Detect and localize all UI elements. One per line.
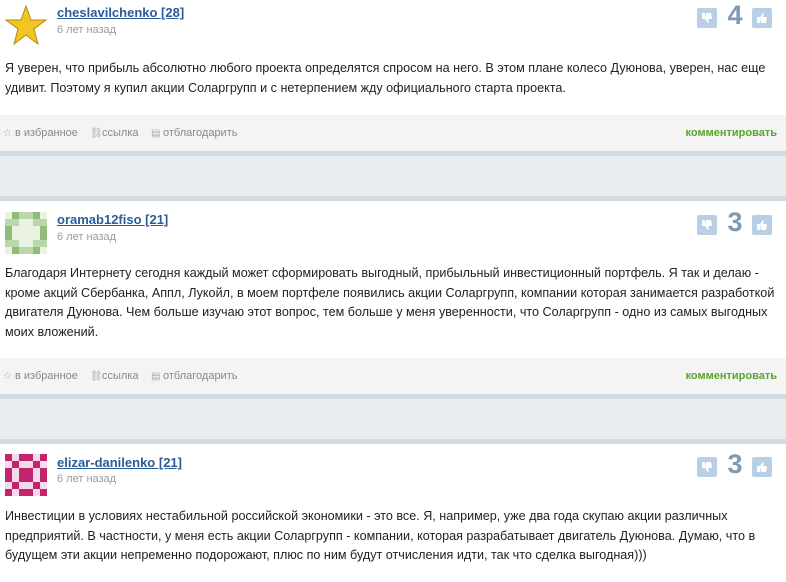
link-icon: ⛓: [90, 128, 103, 139]
comment-text: Я уверен, что прибыль абсолютно любого п…: [5, 61, 766, 95]
gift-icon: ▤: [151, 371, 161, 382]
star-icon: ☆: [3, 371, 12, 382]
thumbs-down-icon[interactable]: [697, 8, 717, 28]
author-link[interactable]: cheslavilchenko [28]: [57, 5, 184, 20]
vote-score: 3: [727, 449, 743, 479]
green-pattern-avatar[interactable]: [5, 212, 47, 254]
favorite-link[interactable]: ☆ в избранное: [3, 370, 78, 382]
star-icon: ☆: [3, 128, 12, 139]
permalink[interactable]: ⛓ссылка: [90, 370, 139, 382]
thumbs-down-icon[interactable]: [697, 457, 717, 477]
comment-time: 6 лет назад: [57, 473, 117, 485]
star-avatar[interactable]: [4, 4, 48, 46]
vote-score: 4: [727, 0, 743, 30]
comment-time: 6 лет назад: [57, 231, 117, 243]
comment-actions: ☆ в избранное ⛓ссылка ▤ отблагодарить комм…: [0, 358, 786, 399]
thumbs-up-icon[interactable]: [752, 215, 772, 235]
thank-link[interactable]: ▤ отблагодарить: [151, 370, 237, 382]
thank-link[interactable]: ▤ отблагодарить: [151, 127, 237, 139]
vote-widget: 3: [697, 449, 775, 479]
vote-widget: 4: [697, 0, 775, 30]
author-link[interactable]: oramab12fiso [21]: [57, 212, 168, 227]
reply-link[interactable]: комментировать: [686, 370, 777, 382]
comment-text: Благодаря Интернету сегодня каждый может…: [5, 266, 775, 339]
reply-link[interactable]: комментировать: [686, 127, 777, 139]
permalink[interactable]: ⛓ссылка: [90, 127, 139, 139]
vote-widget: 3: [697, 207, 775, 237]
comment-separator: [0, 399, 786, 444]
comment-actions: ☆ в избранное ⛓ссылка ▤ отблагодарить комм…: [0, 115, 786, 156]
thumbs-down-icon[interactable]: [697, 215, 717, 235]
thumbs-up-icon[interactable]: [752, 8, 772, 28]
vote-score: 3: [727, 207, 743, 237]
comment-text: Инвестиции в условиях нестабильной росси…: [5, 509, 756, 562]
author-link[interactable]: elizar-danilenko [21]: [57, 455, 182, 470]
comment-time: 6 лет назад: [57, 24, 117, 36]
thumbs-up-icon[interactable]: [752, 457, 772, 477]
gift-icon: ▤: [151, 128, 161, 139]
comment-separator: [0, 156, 786, 201]
magenta-pattern-avatar[interactable]: [5, 454, 47, 496]
favorite-link[interactable]: ☆ в избранное: [3, 127, 78, 139]
link-icon: ⛓: [90, 371, 103, 382]
